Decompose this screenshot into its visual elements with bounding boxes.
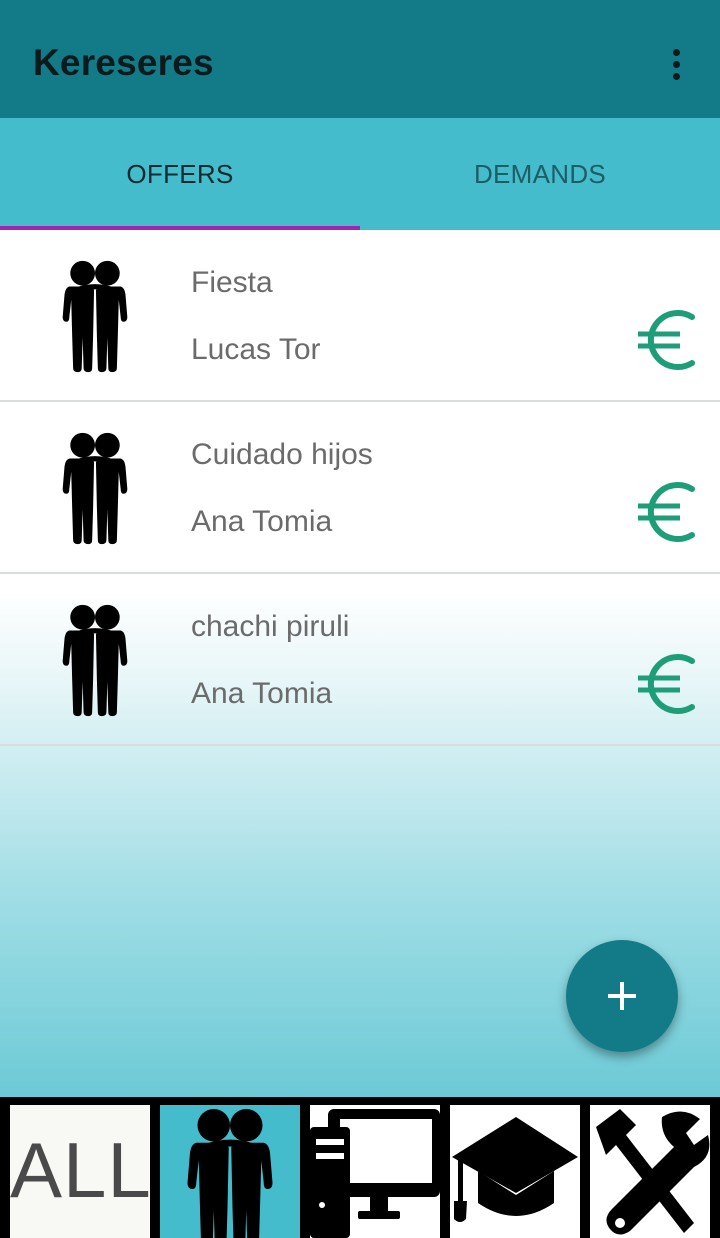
overflow-menu-icon[interactable] — [656, 40, 696, 88]
category-computer[interactable] — [310, 1105, 440, 1238]
list-item[interactable]: Fiesta Lucas Tor — [0, 230, 720, 402]
tab-demands[interactable]: DEMANDS — [360, 118, 720, 230]
graduation-cap-icon — [452, 1117, 578, 1222]
item-title: Fiesta — [191, 266, 273, 299]
tab-demands-label: DEMANDS — [473, 158, 607, 189]
tab-offers-label: OFFERS — [126, 158, 234, 189]
app-title: Kereseres — [33, 42, 214, 83]
add-button[interactable] — [566, 940, 678, 1052]
people-icon — [187, 1109, 273, 1238]
category-all-label: ALL — [10, 1126, 150, 1214]
people-icon — [62, 260, 128, 373]
app-bar: Kereseres — [0, 0, 720, 118]
euro-icon — [638, 654, 695, 714]
category-all[interactable]: ALL — [10, 1105, 150, 1238]
euro-icon — [638, 310, 695, 370]
item-title: Cuidado hijos — [191, 438, 373, 471]
offers-list: Fiesta Lucas Tor Cuidado hijos Ana Tomia… — [0, 230, 720, 746]
tab-bar: OFFERS DEMANDS — [0, 118, 720, 230]
category-tools[interactable] — [590, 1105, 710, 1238]
item-title: chachi piruli — [191, 610, 350, 643]
people-icon — [62, 432, 128, 545]
tab-offers[interactable]: OFFERS — [0, 118, 360, 230]
euro-icon — [638, 482, 695, 542]
list-item[interactable]: Cuidado hijos Ana Tomia — [0, 402, 720, 574]
people-icon — [62, 604, 128, 717]
computer-icon — [310, 1109, 440, 1238]
item-author: Lucas Tor — [191, 333, 321, 366]
category-education[interactable] — [450, 1105, 580, 1238]
tools-icon — [596, 1109, 710, 1235]
item-author: Ana Tomia — [191, 505, 333, 538]
plus-icon — [608, 982, 636, 1010]
item-author: Ana Tomia — [191, 677, 333, 710]
list-item[interactable]: chachi piruli Ana Tomia — [0, 574, 720, 746]
category-people[interactable] — [160, 1105, 300, 1238]
category-bar: ALL — [0, 1097, 720, 1238]
